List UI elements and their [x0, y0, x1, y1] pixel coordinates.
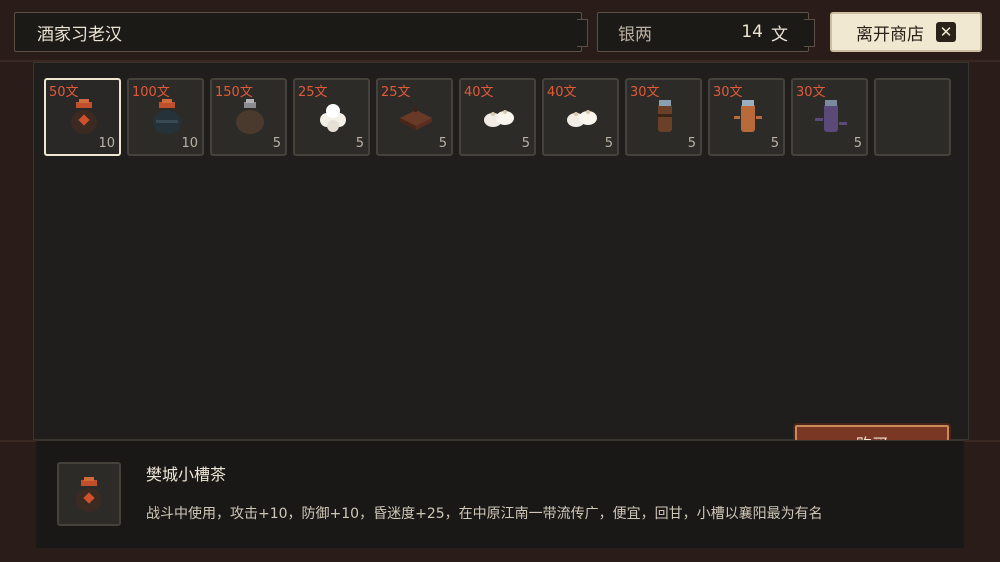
- item-slot[interactable]: 30文 5: [708, 78, 785, 156]
- shop-title-bar: 酒家习老汉: [14, 12, 588, 52]
- wine-jar-brown-icon: [236, 99, 264, 134]
- wine-jar-blue-icon: [153, 99, 181, 134]
- item-price: 40文: [547, 85, 577, 100]
- white-buns-icon: [320, 104, 346, 132]
- item-price: 150文: [215, 85, 253, 100]
- item-detail-panel: 樊城小槽茶 战斗中使用，攻击+10，防御+10，昏迷度+25，在中原江南一带流传…: [36, 440, 964, 548]
- shop-title: 酒家习老汉: [37, 24, 122, 45]
- money-bar: 银两 14 文: [597, 12, 815, 52]
- bottle-orange-icon: [734, 100, 762, 132]
- item-slot[interactable]: 30文 5: [791, 78, 868, 156]
- item-quantity: 10: [181, 136, 198, 151]
- item-price: 30文: [630, 85, 660, 100]
- item-quantity: 5: [438, 136, 447, 151]
- leave-shop-label: 离开商店: [856, 24, 924, 45]
- item-quantity: 5: [521, 136, 530, 151]
- item-slot[interactable]: 50文 10: [44, 78, 121, 156]
- wine-jar-red-icon: [71, 99, 97, 134]
- item-slots: 50文 10 100文 10 150文 5 25文 5 25文 5 40文 5 40文 5 30文 5 30文 5…: [44, 78, 951, 156]
- item-name: 樊城小槽茶: [146, 465, 227, 484]
- leave-shop-button[interactable]: 离开商店 ✕: [830, 12, 982, 52]
- item-quantity: 10: [98, 136, 115, 151]
- item-quantity: 5: [604, 136, 613, 151]
- item-quantity: 5: [770, 136, 779, 151]
- bottle-brown-icon: [658, 100, 672, 132]
- money-amount: 14: [741, 22, 763, 42]
- item-price: 50文: [49, 85, 79, 100]
- item-slot[interactable]: 25文 5: [376, 78, 453, 156]
- item-price: 40文: [464, 85, 494, 100]
- item-quantity: 5: [853, 136, 862, 151]
- bottle-purple-icon: [815, 100, 847, 132]
- empty-item-slot[interactable]: [874, 78, 951, 156]
- item-slot[interactable]: 40文 5: [542, 78, 619, 156]
- item-price: 30文: [713, 85, 743, 100]
- money-label: 银两: [618, 24, 652, 45]
- item-slot[interactable]: 150文 5: [210, 78, 287, 156]
- item-slot[interactable]: 100文 10: [127, 78, 204, 156]
- steamed-buns-icon: [567, 110, 597, 127]
- close-icon: ✕: [936, 22, 956, 42]
- item-description: 战斗中使用，攻击+10，防御+10，昏迷度+25，在中原江南一带流传广，便宜，回…: [146, 506, 823, 522]
- item-slot[interactable]: 40文 5: [459, 78, 536, 156]
- item-slot[interactable]: 25文 5: [293, 78, 370, 156]
- steamed-buns-icon: [484, 110, 514, 127]
- item-quantity: 5: [687, 136, 696, 151]
- item-grid-panel: 50文 10 100文 10 150文 5 25文 5 25文 5 40文 5 40文 5 30文 5 30文 5…: [33, 62, 969, 440]
- item-price: 30文: [796, 85, 826, 100]
- item-quantity: 5: [355, 136, 364, 151]
- item-quantity: 5: [272, 136, 281, 151]
- item-price: 25文: [381, 85, 411, 100]
- wine-jar-red-icon: [76, 477, 102, 512]
- item-price: 100文: [132, 85, 170, 100]
- brown-cake-icon: [400, 106, 432, 130]
- item-slot[interactable]: 30文 5: [625, 78, 702, 156]
- item-price: 25文: [298, 85, 328, 100]
- money-unit: 文: [771, 24, 788, 45]
- detail-item-icon-box: [57, 462, 121, 526]
